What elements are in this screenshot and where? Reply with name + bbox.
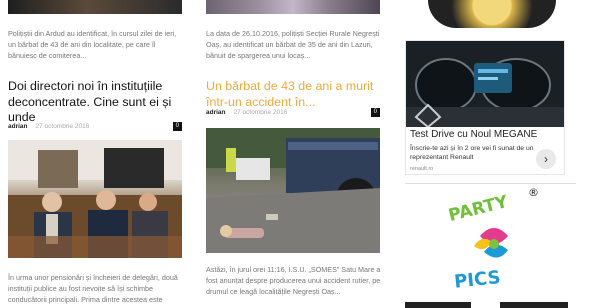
article-meta: adrian 27 octombrie 2016 0 [206,108,380,117]
article-excerpt: În urma unor pensionări și încheieri de … [8,273,178,304]
ad-domain: renault.ro [410,166,434,172]
ad-title[interactable]: Test Drive cu Noul MEGANE [410,129,537,140]
article-title-link[interactable]: Doi directori noi în instituțiile deconc… [8,79,186,126]
article-author[interactable]: adrian [206,109,226,116]
sidebar-divider [405,183,576,184]
article-date: 27 octombrie 2016 [35,123,90,130]
chevron-right-icon[interactable]: › [536,149,556,169]
article-image[interactable] [206,128,380,253]
article-excerpt: La data de 26.10.2016, polițiști Secției… [206,29,380,60]
article-date: 27 octombrie 2016 [233,109,288,116]
article-title-link[interactable]: Un bărbat de 43 de ani a murit într-un a… [206,79,382,110]
ad-text: Înscrie-te azi și în 2 ore vei fi sunat … [410,145,534,161]
article-meta: adrian 27 octombrie 2016 0 [8,122,182,131]
sidebar-image[interactable] [428,0,556,28]
article-author[interactable]: adrian [8,123,28,130]
article-excerpt: Astăzi, în jurul orei 11:16, I.S.U. „SOM… [206,265,381,296]
party-pics-logo[interactable]: PARTY ® PICS [440,186,544,293]
comment-count-badge[interactable]: 0 [370,108,380,117]
article-thumbnail[interactable] [8,0,182,14]
article-image[interactable] [8,140,182,258]
logo-text-pics: PICS [453,267,501,292]
article-excerpt: Polițiștii din Ardud au identificat, în … [8,29,177,60]
ad-image[interactable] [406,41,564,127]
footer-bar [405,302,471,308]
registered-mark: ® [528,186,539,199]
footer-bar [500,302,568,308]
article-thumbnail[interactable] [206,0,380,14]
comment-count-badge[interactable]: 0 [172,122,182,131]
renault-ad[interactable]: Test Drive cu Noul MEGANE Înscrie-te azi… [405,40,565,175]
logo-text-party: PARTY [446,192,510,226]
